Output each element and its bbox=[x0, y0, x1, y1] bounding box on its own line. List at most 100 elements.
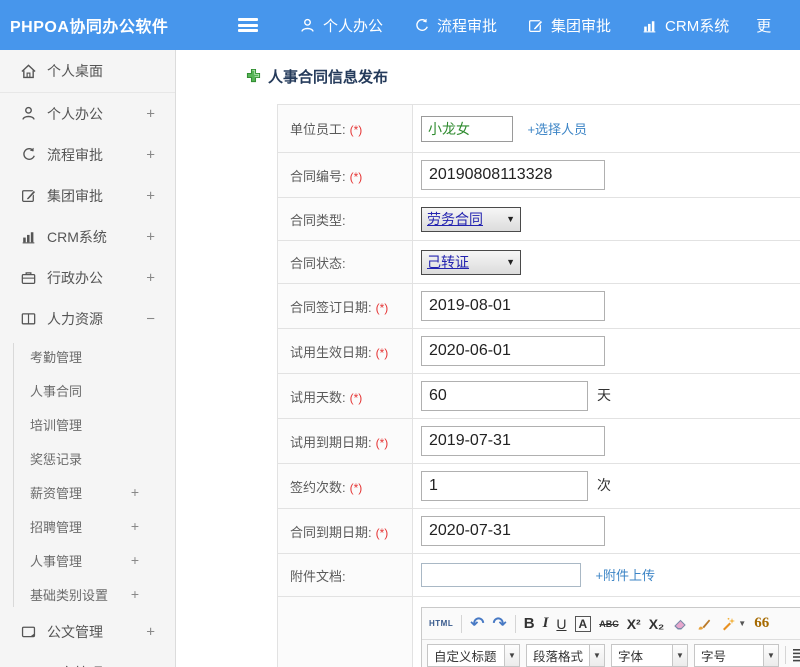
strikethrough-button[interactable]: ABC bbox=[599, 619, 619, 629]
subscript-button[interactable]: X₂ bbox=[649, 616, 665, 632]
form-row-trial-days: 试用天数:(*) 天 bbox=[278, 374, 800, 419]
sidebar-item-personal-office[interactable]: 个人办公 + bbox=[0, 93, 175, 134]
hamburger-icon[interactable] bbox=[238, 18, 258, 32]
sidebar-item-label: 用车管理 bbox=[47, 663, 103, 667]
justify-icon[interactable] bbox=[792, 648, 800, 662]
sidebar-item-group-approval[interactable]: 集团审批 + bbox=[0, 175, 175, 216]
sidebar-item-human-resources[interactable]: 人力资源 − bbox=[0, 298, 175, 339]
topnav: 个人办公 流程审批 集团审批 CRM系统 更 bbox=[284, 15, 771, 36]
sign-date-input[interactable] bbox=[421, 291, 605, 321]
sidebar-subitem-rewards[interactable]: 奖惩记录 bbox=[0, 441, 175, 475]
topnav-personal-office[interactable]: 个人办公 bbox=[299, 15, 383, 36]
custom-title-dropdown[interactable]: 自定义标题 ▼ bbox=[427, 644, 520, 667]
contract-number-input[interactable] bbox=[421, 160, 605, 190]
briefcase-icon bbox=[20, 269, 37, 286]
paragraph-format-dropdown[interactable]: 段落格式 ▼ bbox=[526, 644, 605, 667]
magic-wand-icon[interactable]: ▼ bbox=[720, 616, 746, 632]
sidebar-item-admin-office[interactable]: 行政办公 + bbox=[0, 257, 175, 298]
sidebar-item-vehicle[interactable]: 用车管理 + bbox=[0, 652, 175, 667]
expand-toggle[interactable]: + bbox=[146, 105, 155, 122]
bold-button[interactable]: B bbox=[524, 615, 535, 632]
sidebar-item-label: 行政办公 bbox=[47, 268, 103, 288]
sidebar-subitem-salary[interactable]: 薪资管理 + bbox=[0, 475, 175, 509]
sidebar-item-crm[interactable]: CRM系统 + bbox=[0, 216, 175, 257]
sidebar-subitem-label: 培训管理 bbox=[30, 415, 82, 434]
sidebar-subitem-attendance[interactable]: 考勤管理 bbox=[0, 339, 175, 373]
expand-toggle[interactable]: + bbox=[131, 586, 139, 602]
topnav-crm[interactable]: CRM系统 bbox=[641, 15, 729, 36]
main-content: 人事合同信息发布 单位员工:(*) +选择人员 合同编号:(*) 合同类型: 劳… bbox=[177, 50, 800, 667]
document-icon bbox=[20, 623, 37, 640]
trial-days-input[interactable] bbox=[421, 381, 588, 411]
sidebar-subitem-label: 人事管理 bbox=[30, 551, 82, 570]
collapse-toggle[interactable]: − bbox=[146, 310, 155, 327]
page-title: 人事合同信息发布 bbox=[246, 66, 388, 87]
underline-button[interactable]: U bbox=[556, 616, 566, 632]
required-mark: (*) bbox=[350, 170, 363, 184]
superscript-button[interactable]: X² bbox=[627, 616, 641, 632]
sidebar-subitem-label: 考勤管理 bbox=[30, 347, 82, 366]
contract-status-select[interactable]: 己转证 ▼ bbox=[421, 250, 521, 275]
font-color-button[interactable]: A bbox=[575, 616, 592, 632]
topnav-group-approval[interactable]: 集团审批 bbox=[527, 15, 611, 36]
field-label: 合同类型: bbox=[290, 213, 346, 228]
sidebar-item-official-docs[interactable]: 公文管理 + bbox=[0, 611, 175, 652]
redo-icon[interactable]: ↷ bbox=[492, 614, 506, 634]
italic-button[interactable]: I bbox=[543, 615, 549, 632]
paint-brush-icon[interactable] bbox=[696, 616, 712, 632]
topnav-more[interactable]: 更 bbox=[756, 15, 771, 36]
expand-toggle[interactable]: + bbox=[146, 269, 155, 286]
undo-icon[interactable]: ↶ bbox=[470, 614, 484, 634]
sidebar-item-personal-desktop[interactable]: 个人桌面 bbox=[0, 50, 175, 93]
rich-text-editor: HTML ↶ ↷ B I U A ABC X² X₂ bbox=[421, 607, 800, 667]
form-row-contract-number: 合同编号:(*) bbox=[278, 153, 800, 198]
contract-end-date-input[interactable] bbox=[421, 516, 605, 546]
trial-start-date-input[interactable] bbox=[421, 336, 605, 366]
expand-toggle[interactable]: + bbox=[146, 187, 155, 204]
field-label: 合同状态: bbox=[290, 256, 346, 271]
field-label: 附件文档: bbox=[290, 569, 346, 584]
contract-type-select[interactable]: 劳务合同 ▼ bbox=[421, 207, 521, 232]
dropdown-label: 字号 bbox=[694, 644, 764, 667]
trial-end-date-input[interactable] bbox=[421, 426, 605, 456]
attachment-input[interactable] bbox=[421, 563, 581, 587]
topnav-label: 个人办公 bbox=[323, 15, 383, 36]
topnav-workflow[interactable]: 流程审批 bbox=[413, 15, 497, 36]
sidebar-subitem-recruitment[interactable]: 招聘管理 + bbox=[0, 509, 175, 543]
hr-submenu: 考勤管理 人事合同 培训管理 奖惩记录 薪资管理 + 招聘管理 + 人事管理 + bbox=[0, 339, 175, 611]
required-mark: (*) bbox=[376, 301, 389, 315]
form-row-sign-count: 签约次数:(*) 次 bbox=[278, 464, 800, 509]
expand-toggle[interactable]: + bbox=[146, 146, 155, 163]
form-row-contract-type: 合同类型: 劳务合同 ▼ bbox=[278, 198, 800, 241]
select-person-link[interactable]: +选择人员 bbox=[527, 122, 587, 137]
form-row-employee: 单位员工:(*) +选择人员 bbox=[278, 105, 800, 153]
attachment-upload-link[interactable]: +附件上传 bbox=[595, 568, 655, 583]
flow-arrow-icon bbox=[20, 146, 37, 163]
sidebar-subitem-personnel[interactable]: 人事管理 + bbox=[0, 543, 175, 577]
edit-square-icon bbox=[527, 17, 544, 34]
flow-arrow-icon bbox=[413, 17, 430, 34]
sidebar-subitem-training[interactable]: 培训管理 bbox=[0, 407, 175, 441]
bar-chart-icon bbox=[20, 228, 37, 245]
sidebar: 个人桌面 个人办公 + 流程审批 + 集团审批 + bbox=[0, 50, 176, 667]
eraser-icon[interactable] bbox=[672, 616, 688, 632]
dropdown-label: 自定义标题 bbox=[427, 644, 505, 667]
font-size-dropdown[interactable]: 字号 ▼ bbox=[694, 644, 779, 667]
blockquote-button[interactable]: 66 bbox=[754, 615, 769, 632]
font-family-dropdown[interactable]: 字体 ▼ bbox=[611, 644, 688, 667]
sidebar-subitem-hr-contract[interactable]: 人事合同 bbox=[0, 373, 175, 407]
sidebar-item-workflow[interactable]: 流程审批 + bbox=[0, 134, 175, 175]
expand-toggle[interactable]: + bbox=[146, 228, 155, 245]
expand-toggle[interactable]: + bbox=[131, 518, 139, 534]
expand-toggle[interactable]: + bbox=[131, 484, 139, 500]
field-label: 试用天数: bbox=[290, 390, 346, 405]
html-source-button[interactable]: HTML bbox=[429, 619, 453, 628]
expand-toggle[interactable]: + bbox=[146, 623, 155, 640]
home-icon bbox=[20, 63, 37, 80]
employee-input[interactable] bbox=[421, 116, 513, 142]
expand-toggle[interactable]: + bbox=[131, 552, 139, 568]
book-icon bbox=[20, 310, 37, 327]
sign-count-input[interactable] bbox=[421, 471, 588, 501]
sidebar-subitem-base-category[interactable]: 基础类别设置 + bbox=[0, 577, 175, 611]
field-label: 试用生效日期: bbox=[290, 345, 372, 360]
